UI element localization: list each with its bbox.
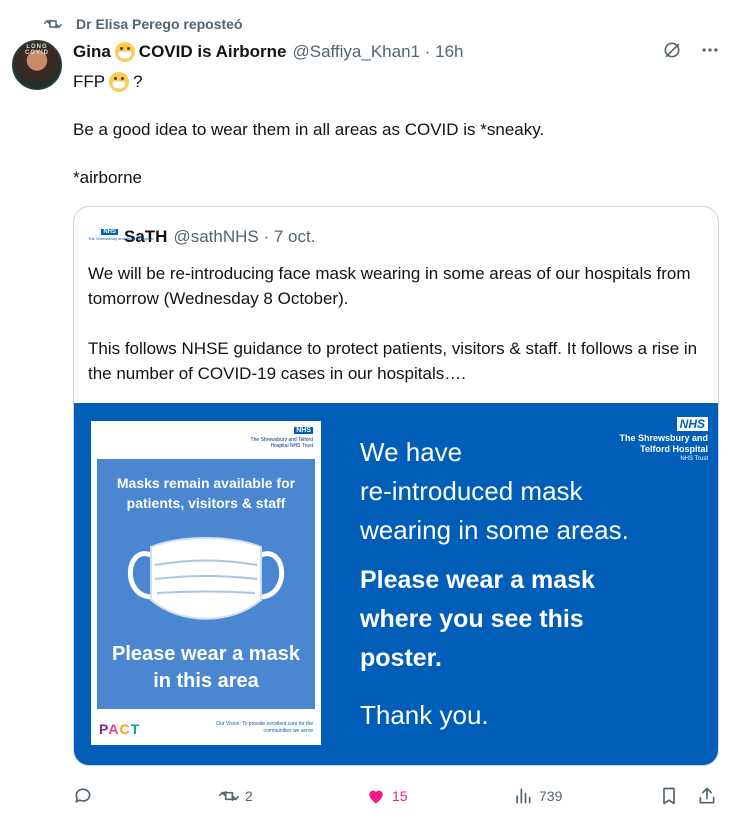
repost-icon	[44, 19, 62, 29]
bookmark-button[interactable]	[659, 782, 679, 810]
post-line-3: *airborne	[73, 168, 142, 187]
repost-button[interactable]: 2	[219, 782, 253, 810]
post-text: FFP? Be a good idea to wear them in all …	[73, 70, 713, 190]
avatar[interactable]: LONG COVID	[12, 40, 62, 90]
reply-button[interactable]	[73, 782, 99, 810]
quoted-header: NHS The Shrewsbury and Telford Hospital …	[88, 227, 315, 247]
image-intro-text: We have re-introduced mask wearing in so…	[360, 433, 700, 550]
image-line-1: We have	[360, 437, 463, 467]
sath-logo-nhs: NHS	[101, 229, 118, 235]
share-button[interactable]	[697, 782, 717, 810]
repost-indicator[interactable]: Dr Elisa Perego reposteó	[44, 14, 243, 34]
poster-pact-logo: PACT	[99, 721, 141, 737]
quoted-paragraph-2: This follows NHSE guidance to protect pa…	[88, 339, 698, 383]
quoted-paragraph-1: We will be re-introducing face mask wear…	[88, 264, 691, 308]
views-icon	[516, 788, 531, 804]
face-mask-icon	[127, 537, 285, 620]
image-bold-line-3: poster.	[360, 644, 442, 672]
image-thanks: Thank you.	[360, 700, 489, 730]
quoted-text: We will be re-introducing face mask wear…	[88, 261, 708, 386]
image-bold-line-2: where you see this	[360, 605, 584, 633]
post-header: Gina COVID is Airborne @Saffiya_Khan1 · 1…	[73, 40, 463, 64]
heart-icon	[369, 790, 383, 804]
repost-count: 2	[245, 788, 253, 804]
poster-panel: Masks remain available for patients, vis…	[97, 459, 315, 709]
post-line-1: FFP	[73, 72, 106, 91]
author-handle-time[interactable]: @Saffiya_Khan1 · 16h	[292, 42, 463, 62]
trust-logo-nhs: NHS	[676, 417, 708, 431]
post-line-1b: ?	[133, 72, 143, 91]
author-name[interactable]: Gina COVID is Airborne	[73, 42, 286, 63]
post-line-2: Be a good idea to wear them in all areas…	[73, 120, 545, 139]
repost-icon	[219, 791, 239, 801]
mask-emoji-icon	[114, 42, 135, 63]
sath-logo-icon: NHS The Shrewsbury and Telford Hospital	[88, 229, 154, 245]
mask-poster: NHS The Shrewsbury and Telford Hospital …	[91, 421, 321, 745]
author-name-part1: Gina	[73, 41, 111, 61]
poster-trust: The Shrewsbury and Telford Hospital NHS …	[250, 437, 313, 449]
views-count: 739	[539, 788, 563, 804]
quoted-post[interactable]: NHS The Shrewsbury and Telford Hospital …	[73, 206, 719, 766]
more-icon[interactable]	[700, 40, 720, 60]
image-bold-text: Please wear a mask where you see this po…	[360, 561, 700, 678]
grok-icon[interactable]	[662, 40, 682, 60]
action-bar: 2 15 739	[73, 782, 719, 810]
mask-emoji-icon	[109, 72, 130, 92]
share-icon	[699, 787, 715, 804]
image-line-2: re-introduced mask	[360, 476, 583, 506]
bookmark-icon	[663, 787, 675, 805]
top-actions	[662, 40, 720, 60]
like-button[interactable]: 15	[366, 782, 408, 810]
author-name-part2: COVID is Airborne	[138, 41, 287, 61]
reply-icon	[75, 788, 91, 803]
image-bold-line-1: Please wear a mask	[360, 566, 595, 594]
image-line-3: wearing in some areas.	[360, 515, 629, 545]
poster-bottom-text: Please wear a mask in this area	[112, 643, 300, 692]
sath-logo-text: The Shrewsbury and Telford Hospital	[88, 236, 154, 241]
poster-vision: Our Vision: To provide excellent care fo…	[216, 721, 313, 734]
like-count: 15	[392, 788, 408, 804]
quoted-image[interactable]: NHS The Shrewsbury and Telford Hospital …	[74, 403, 718, 765]
repost-label: Dr Elisa Perego reposteó	[76, 16, 243, 32]
views-button[interactable]: 739	[513, 782, 562, 810]
quoted-handle-time[interactable]: @sathNHS · 7 oct.	[173, 227, 315, 247]
avatar-text: LONG COVID	[24, 44, 49, 56]
poster-top-text: Masks remain available for patients, vis…	[116, 475, 296, 511]
poster-nhs-logo: NHS	[294, 427, 313, 434]
